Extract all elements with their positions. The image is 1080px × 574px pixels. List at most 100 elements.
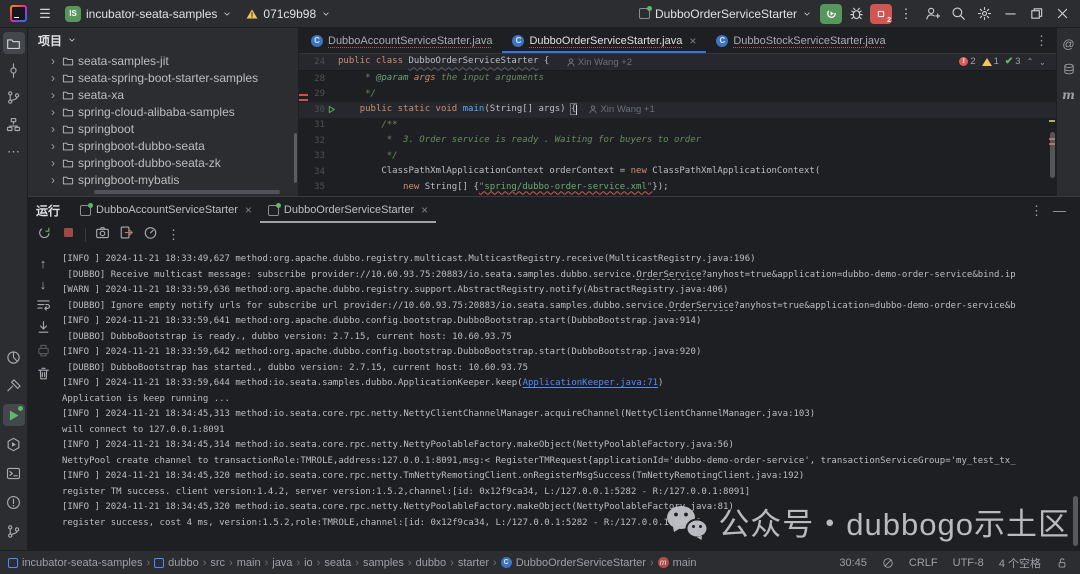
code-line[interactable]: 24 public class DubboOrderServiceStarter… [299,54,1056,71]
code-line[interactable]: 30 public static void main(String[] args… [299,102,1056,118]
minimize-button[interactable] [998,3,1022,25]
tree-item[interactable]: › springboot-mybatis [28,171,298,188]
code-line[interactable]: 34 ClassPathXmlApplicationContext orderC… [299,164,1056,180]
editor-scrollbar-thumb[interactable] [1050,132,1055,178]
debug-button[interactable] [844,3,868,25]
tool-button-problems[interactable] [3,491,25,513]
project-horizontal-scrollbar[interactable] [94,190,280,194]
kebab-icon[interactable]: ⋮ [1030,204,1043,217]
project-vertical-scrollbar[interactable] [294,133,297,183]
breadcrumb-item[interactable]: mmain [658,557,697,569]
breadcrumb-item[interactable]: main [237,557,261,569]
indent-setting[interactable]: 4 个空格 [999,555,1041,571]
breadcrumb-item[interactable]: starter [458,557,489,569]
up-stack-button[interactable]: ↑ [40,255,47,273]
breadcrumb-item[interactable]: incubator-seata-samples [8,557,142,569]
tab-options-button[interactable]: ⋮ [1027,28,1056,53]
tree-item[interactable]: › seata-xa [28,86,298,103]
editor-tab[interactable]: C DubboAccountServiceStarter.java [301,28,502,53]
search-everywhere-button[interactable] [946,3,970,25]
close-tab-icon[interactable]: × [689,34,696,48]
profiler-button[interactable] [143,225,158,245]
rerun-button[interactable] [37,225,52,245]
run-tab[interactable]: DubboAccountServiceStarter × [72,197,260,223]
close-tab-icon[interactable]: × [421,203,428,217]
next-problem-icon[interactable]: ⌃ [1039,57,1046,66]
clear-console-button[interactable] [36,366,51,386]
more-options-button[interactable]: ⋮ [167,226,180,244]
project-widget[interactable]: IS incubator-seata-samples [59,3,238,25]
tool-button-profiler[interactable] [3,346,25,368]
tool-button-structure[interactable] [3,113,25,135]
breadcrumb-item[interactable]: src [210,557,225,569]
tree-item[interactable]: › spring-cloud-alibaba-samples [28,103,298,120]
vcs-widget[interactable]: 071c9b98 [240,3,337,25]
code-line[interactable]: 32 * 3. Order service is ready . Waiting… [299,133,1056,149]
tool-button-more-tools[interactable]: ⋯ [3,140,25,162]
inspections-widget[interactable]: ! 2 1 ✔ 3 ⌃ ⌃ [959,56,1046,67]
console-scrollbar-thumb[interactable] [1073,496,1078,546]
code-with-me-button[interactable] [920,3,944,25]
author-annotation[interactable]: Xin Wang +2 [567,57,632,68]
tool-button-services[interactable] [3,433,25,455]
breadcrumb-item[interactable]: samples [363,557,404,569]
tree-item[interactable]: › springboot-dubbo-seata-zk [28,154,298,171]
code-line[interactable]: 31 /** [299,118,1056,134]
settings-button[interactable] [972,3,996,25]
stop-button[interactable] [61,225,76,245]
editor-tab[interactable]: C DubboOrderServiceStarter.java × [502,28,706,53]
tool-button-project[interactable] [3,32,25,54]
soft-wrap-button[interactable] [36,297,51,317]
tree-item[interactable]: › seata-spring-boot-starter-samples [28,69,298,86]
tool-button-pull-requests[interactable] [3,86,25,108]
run-configuration-selector[interactable]: DubboOrderServiceStarter [633,3,818,25]
breadcrumb-item[interactable]: java [272,557,292,569]
code-line[interactable]: 29 */ [299,87,1056,103]
prev-problem-icon[interactable]: ⌃ [1027,57,1034,66]
code-line[interactable]: 28 * @param args the input arguments [299,71,1056,87]
maven-icon[interactable]: m [1062,88,1075,102]
restore-button[interactable] [1024,3,1048,25]
passed-count[interactable]: ✔ 3 [1005,56,1021,67]
print-button[interactable] [36,343,51,363]
author-annotation[interactable]: Xin Wang +1 [589,104,654,115]
attach-button[interactable] [119,225,134,245]
error-count[interactable]: ! 2 [959,56,975,67]
tree-item[interactable]: › springboot [28,120,298,137]
code-line[interactable]: 35 new String[] {"spring/dubbo-order-ser… [299,180,1056,196]
stop-button[interactable]: 2 [870,4,892,24]
editor-tab[interactable]: C DubboStockServiceStarter.java [706,28,895,53]
hide-panel-icon[interactable]: — [1053,204,1066,217]
tool-button-build[interactable] [3,375,25,397]
caret-position[interactable]: 30:45 [839,557,867,569]
warning-count[interactable]: 1 [982,56,999,67]
down-stack-button[interactable]: ↓ [40,276,47,294]
tree-item[interactable]: › seata-samples-jit [28,52,298,69]
breadcrumb-item[interactable]: seata [324,557,351,569]
main-menu-button[interactable]: ☰ [33,3,57,25]
tool-button-git[interactable] [3,520,25,542]
tree-item[interactable]: › springboot-dubbo-seata [28,137,298,154]
scroll-to-end-button[interactable] [36,320,51,340]
tool-button-terminal[interactable] [3,462,25,484]
editor-scrollbar[interactable] [1048,72,1056,196]
more-actions-button[interactable]: ⋮ [894,3,918,25]
file-encoding[interactable]: UTF-8 [953,557,984,569]
run-tab[interactable]: DubboOrderServiceStarter × [260,197,436,223]
close-button[interactable] [1050,3,1074,25]
run-button[interactable] [820,4,842,24]
code-line[interactable]: 33 */ [299,149,1056,165]
ai-assistant-icon[interactable]: @ [1062,38,1074,50]
tool-button-run[interactable] [3,404,25,426]
breadcrumb-item[interactable]: io [304,557,313,569]
console-output[interactable]: [INFO ] 2024-11-21 18:33:49,627 method:o… [58,247,1080,550]
gutter[interactable] [325,105,338,114]
breadcrumb-item[interactable]: CDubboOrderServiceStarter [501,557,646,569]
console-link[interactable]: ApplicationKeeper.java:71 [523,378,658,388]
project-panel-header[interactable]: 项目 [28,28,298,52]
breadcrumb-item[interactable]: dubbo [154,557,199,569]
breadcrumb-item[interactable]: dubbo [416,557,447,569]
thread-dump-button[interactable] [95,225,110,245]
line-separator[interactable]: CRLF [909,557,938,569]
tool-button-commit[interactable] [3,59,25,81]
